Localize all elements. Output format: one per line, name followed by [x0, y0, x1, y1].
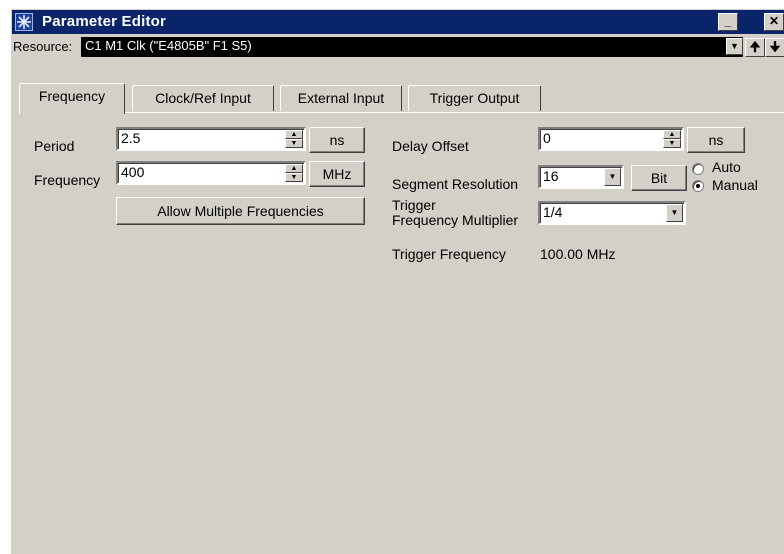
tab-label: External Input: [297, 90, 385, 106]
frequency-value: 400: [121, 164, 145, 180]
frequency-spinner[interactable]: ▲ ▼: [285, 164, 303, 182]
minimize-button[interactable]: _: [718, 13, 738, 31]
segment-resolution-select[interactable]: 16 ▼: [538, 165, 624, 189]
chevron-down-icon[interactable]: ▼: [666, 204, 683, 222]
delay-offset-value: 0: [543, 130, 551, 146]
close-icon: ✕: [768, 14, 780, 28]
frequency-unit-button[interactable]: MHz: [309, 161, 365, 187]
parameter-editor-window: Parameter Editor _ ✕ Resource: C1 M1 Clk…: [10, 8, 784, 554]
arrow-down-icon: 🠋: [769, 39, 781, 54]
mode-manual-radio[interactable]: [692, 180, 704, 192]
trigger-multiplier-value: 1/4: [543, 204, 563, 220]
frequency-label: Frequency: [34, 172, 101, 188]
frequency-field[interactable]: 400 ▲ ▼: [116, 161, 306, 185]
mode-auto-label: Auto: [712, 159, 741, 175]
delay-offset-unit: ns: [708, 132, 724, 148]
period-spinner[interactable]: ▲ ▼: [285, 130, 303, 148]
segment-resolution-label: Segment Resolution: [392, 176, 519, 192]
delay-offset-label: Delay Offset: [392, 138, 469, 154]
tab-label: Frequency: [38, 88, 106, 104]
minimize-icon: _: [724, 14, 732, 28]
resource-label: Resource:: [13, 39, 73, 54]
tab-trigger-output[interactable]: Trigger Output: [408, 85, 541, 111]
tab-external-input[interactable]: External Input: [280, 85, 402, 111]
tab-label: Clock/Ref Input: [155, 90, 251, 106]
title-bar: Parameter Editor _ ✕: [12, 10, 784, 34]
tab-clock-ref-input[interactable]: Clock/Ref Input: [132, 85, 274, 111]
period-label: Period: [34, 138, 75, 154]
segment-resolution-value: 16: [543, 168, 559, 184]
app-icon: [15, 13, 33, 31]
period-unit-button[interactable]: ns: [309, 127, 365, 153]
resource-select[interactable]: C1 M1 Clk ("E4805B" F1 S5) ▼: [81, 37, 743, 57]
frequency-panel: Period 2.5 ▲ ▼ ns Frequency 400 ▲ ▼ MHz Al…: [19, 112, 784, 554]
delay-offset-field[interactable]: 0 ▲ ▼: [538, 127, 684, 151]
chevron-down-icon[interactable]: ▼: [726, 38, 743, 55]
trigger-frequency-label: Trigger Frequency: [392, 246, 506, 262]
trigger-multiplier-select[interactable]: 1/4 ▼: [538, 201, 686, 225]
chevron-down-icon[interactable]: ▼: [604, 168, 621, 186]
delay-offset-unit-button[interactable]: ns: [687, 127, 745, 153]
period-unit: ns: [329, 132, 345, 148]
tab-frequency[interactable]: Frequency: [19, 83, 125, 114]
mode-auto-radio[interactable]: [692, 163, 704, 175]
mode-manual-label: Manual: [712, 177, 758, 193]
allow-multiple-frequencies-button[interactable]: Allow Multiple Frequencies: [116, 197, 365, 225]
period-field[interactable]: 2.5 ▲ ▼: [116, 127, 306, 151]
allow-multiple-label: Allow Multiple Frequencies: [157, 203, 324, 219]
trigger-frequency-value: 100.00 MHz: [540, 246, 616, 262]
resource-row: Resource: C1 M1 Clk ("E4805B" F1 S5) ▼ 🠉…: [11, 36, 784, 58]
delay-offset-spinner[interactable]: ▲ ▼: [663, 130, 681, 148]
trigger-multiplier-label-line2: Frequency Multiplier: [392, 212, 519, 228]
segment-resolution-unit-button[interactable]: Bit: [631, 165, 687, 191]
resource-value: C1 M1 Clk ("E4805B" F1 S5): [85, 38, 252, 53]
window-title: Parameter Editor: [42, 13, 167, 30]
resource-down-button[interactable]: 🠋: [765, 38, 784, 57]
resource-up-button[interactable]: 🠉: [745, 38, 765, 57]
period-value: 2.5: [121, 130, 141, 146]
arrow-up-icon: 🠉: [749, 39, 761, 54]
trigger-multiplier-label: Trigger Frequency Multiplier: [392, 198, 518, 228]
segment-resolution-unit: Bit: [650, 170, 668, 186]
frequency-unit: MHz: [322, 166, 352, 182]
trigger-multiplier-label-line1: Trigger: [392, 197, 436, 213]
close-button[interactable]: ✕: [764, 13, 784, 31]
tab-label: Trigger Output: [429, 90, 520, 106]
